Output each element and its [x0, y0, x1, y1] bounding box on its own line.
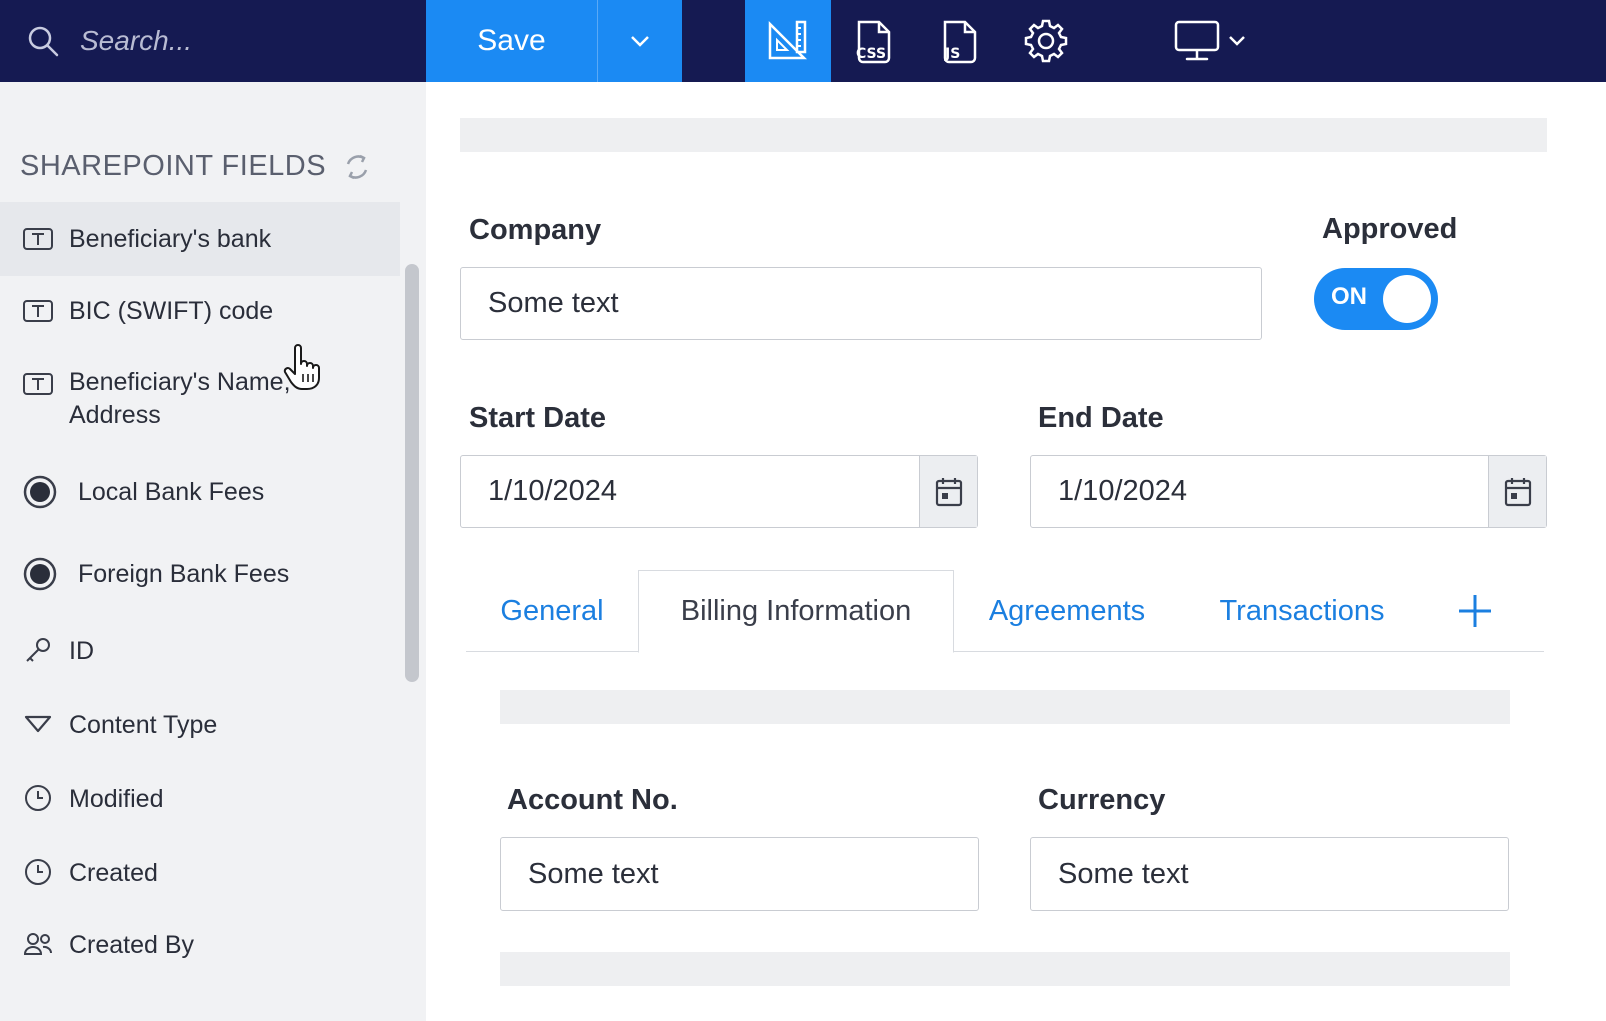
users-icon: [22, 928, 54, 960]
toggle-knob: [1383, 275, 1431, 323]
sidebar-title: SHAREPOINT FIELDS: [20, 150, 327, 182]
start-date-picker: 1/10/2024: [460, 455, 978, 528]
css-editor-button[interactable]: CSS: [831, 0, 917, 82]
css-file-icon: CSS: [856, 20, 891, 64]
add-tab-plus-icon[interactable]: [1452, 588, 1498, 634]
device-preview-button[interactable]: [1160, 0, 1260, 82]
layout-ruler-icon: [768, 20, 808, 60]
calendar-icon: [1504, 477, 1531, 506]
end-date-calendar-button[interactable]: [1488, 456, 1546, 527]
start-date-label: Start Date: [469, 402, 606, 434]
chevron-down-icon: [1229, 36, 1245, 46]
sidebar-field-label-line2: Address: [69, 401, 161, 429]
tab-transactions[interactable]: Transactions: [1210, 570, 1394, 652]
svg-text:JS: JS: [944, 46, 960, 62]
currency-input[interactable]: Some text: [1030, 837, 1509, 911]
sidebar-field-label: Modified: [69, 785, 164, 813]
sidebar-field-foreign-bank-fees[interactable]: Foreign Bank Fees: [0, 538, 400, 610]
svg-text:CSS: CSS: [856, 46, 886, 62]
sidebar-field-created[interactable]: Created: [0, 838, 400, 910]
sidebar-field-content-type[interactable]: Content Type: [0, 690, 400, 762]
account-no-label: Account No.: [507, 784, 678, 816]
chevron-down-icon: [631, 36, 649, 47]
search-input[interactable]: [80, 20, 400, 62]
clock-icon: [22, 856, 54, 888]
settings-gear-icon: [1024, 19, 1068, 63]
radio-icon: [22, 474, 58, 510]
end-date-label: End Date: [1038, 402, 1164, 434]
refresh-icon[interactable]: [342, 152, 372, 182]
sidebar-field-modified[interactable]: Modified: [0, 764, 400, 836]
sidebar-field-label: Beneficiary's bank: [69, 225, 272, 253]
top-toolbar: Save CSS: [0, 0, 1606, 82]
sidebar-field-id[interactable]: ID: [0, 616, 400, 688]
calendar-icon: [935, 477, 962, 506]
sidebar-header: SHAREPOINT FIELDS: [20, 150, 372, 183]
js-editor-button[interactable]: JS: [917, 0, 1003, 82]
sidebar-field-label: ID: [69, 637, 94, 665]
company-input[interactable]: Some text: [460, 267, 1262, 340]
key-icon: [22, 634, 54, 666]
end-date-input[interactable]: 1/10/2024: [1031, 456, 1488, 527]
company-label: Company: [469, 214, 602, 246]
sidebar-scrollbar[interactable]: [405, 264, 419, 682]
clock-icon: [22, 782, 54, 814]
layout-tool-button[interactable]: [745, 0, 831, 82]
fields-sidebar: SHAREPOINT FIELDS Beneficiary's bank BIC…: [0, 82, 426, 1021]
text-field-icon: [22, 223, 54, 255]
sidebar-field-created-by[interactable]: Created By: [0, 910, 400, 982]
monitor-icon: [1174, 20, 1220, 61]
text-field-icon: [22, 295, 54, 327]
sidebar-field-local-bank-fees[interactable]: Local Bank Fees: [0, 456, 400, 528]
search-box: [0, 0, 426, 82]
save-dropdown-button[interactable]: [598, 0, 682, 82]
sidebar-field-label: BIC (SWIFT) code: [69, 297, 274, 325]
tab-agreements[interactable]: Agreements: [976, 570, 1158, 652]
tab-section-footer-bar: [500, 952, 1510, 986]
currency-label: Currency: [1038, 784, 1166, 816]
settings-button[interactable]: [1003, 0, 1089, 82]
approved-toggle[interactable]: ON: [1314, 268, 1438, 330]
toggle-on-text: ON: [1331, 283, 1367, 310]
tab-billing-information[interactable]: Billing Information: [638, 570, 954, 653]
tab-section-header-bar: [500, 690, 1510, 724]
sidebar-field-label: Foreign Bank Fees: [78, 560, 290, 588]
sidebar-field-label-line1: Beneficiary's Name,: [69, 368, 291, 396]
sidebar-field-label: Created: [69, 859, 158, 887]
end-date-picker: 1/10/2024: [1030, 455, 1547, 528]
form-header-bar: [460, 118, 1547, 152]
search-icon: [28, 26, 59, 57]
start-date-input[interactable]: 1/10/2024: [461, 456, 919, 527]
sidebar-field-beneficiarys-bank[interactable]: Beneficiary's bank: [0, 202, 400, 276]
account-no-input[interactable]: Some text: [500, 837, 979, 911]
start-date-calendar-button[interactable]: [919, 456, 977, 527]
tab-general[interactable]: General: [474, 570, 630, 652]
sidebar-field-beneficiarys-name-address[interactable]: Beneficiary's Name, Address: [0, 348, 400, 444]
text-field-icon: [22, 368, 54, 400]
sidebar-field-bic-swift-code[interactable]: BIC (SWIFT) code: [0, 276, 400, 348]
save-button[interactable]: Save: [426, 0, 598, 82]
form-tabs: General Billing Information Agreements T…: [466, 570, 1544, 653]
sidebar-field-label: Local Bank Fees: [78, 478, 265, 506]
js-file-icon: JS: [943, 20, 977, 64]
sidebar-field-label: Created By: [69, 931, 195, 959]
radio-icon: [22, 556, 58, 592]
app-window: Save CSS: [0, 0, 1606, 1021]
sidebar-field-label: Content Type: [69, 711, 218, 739]
triangle-icon: [22, 708, 54, 740]
approved-label: Approved: [1322, 213, 1458, 245]
